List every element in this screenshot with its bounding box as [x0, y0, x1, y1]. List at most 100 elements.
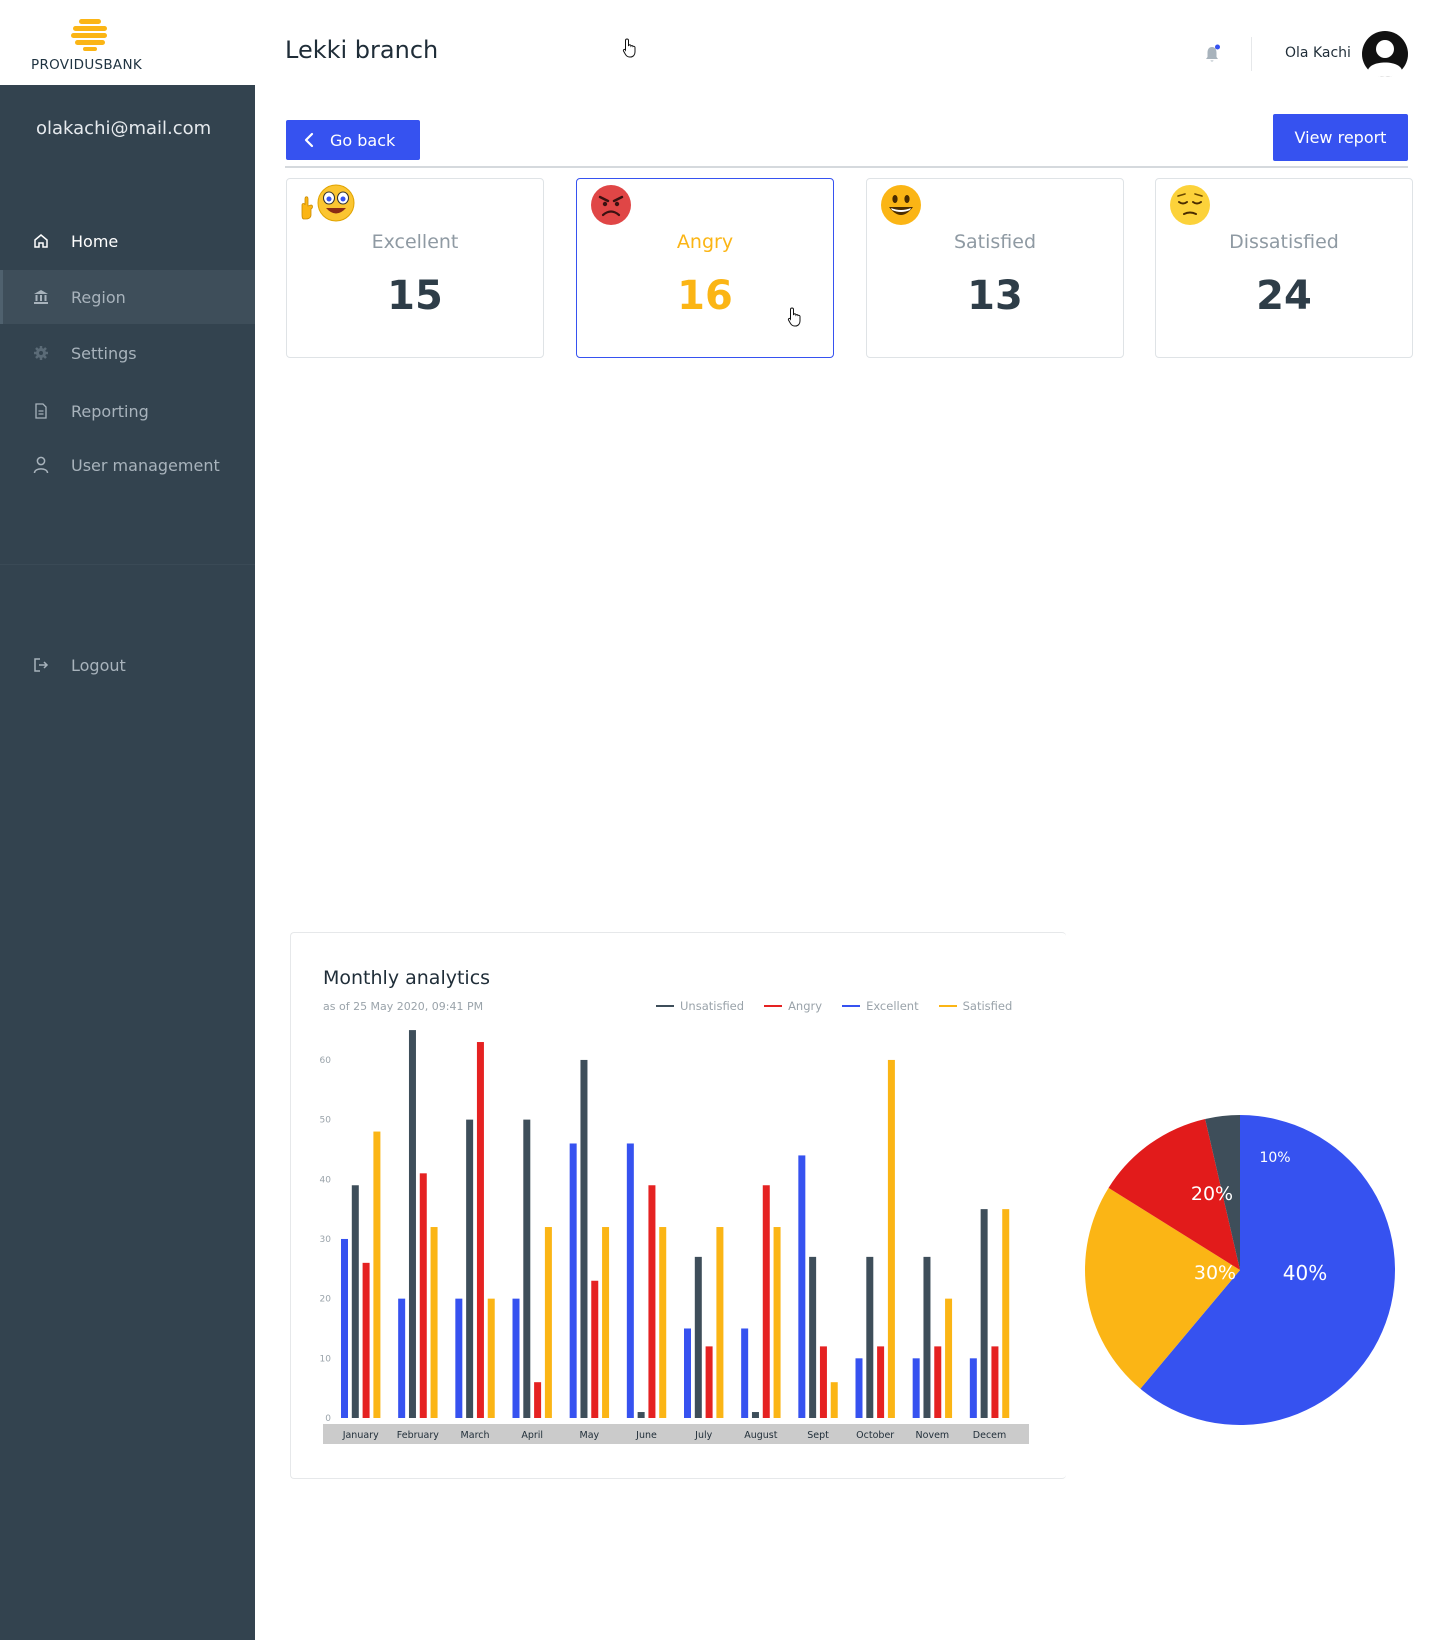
user-name[interactable]: Ola Kachi	[1285, 45, 1351, 61]
dissatisfied-emoji-icon	[1170, 185, 1210, 225]
bar-satisfied	[716, 1227, 724, 1418]
x-tick-label: Decem	[973, 1430, 1006, 1441]
bar-unsatisfied	[351, 1185, 359, 1418]
bar-unsatisfied	[637, 1412, 645, 1418]
document-icon	[31, 401, 51, 421]
y-tick-label: 10	[320, 1354, 332, 1364]
bar-excellent	[969, 1358, 977, 1418]
card-value: 24	[1256, 273, 1312, 319]
logout-label: Logout	[71, 655, 126, 675]
y-tick-label: 60	[320, 1056, 332, 1066]
bar-excellent	[341, 1238, 348, 1418]
monthly-analytics-card: Monthly analytics as of 25 May 2020, 09:…	[290, 932, 1066, 1479]
bar-unsatisfied	[523, 1119, 531, 1418]
bar-unsatisfied	[866, 1256, 874, 1418]
gear-icon	[31, 343, 51, 363]
bar-angry	[877, 1346, 885, 1418]
bar-excellent	[912, 1358, 920, 1418]
sidebar-item-label: Settings	[71, 343, 137, 363]
sidebar-item-region[interactable]: Region	[0, 270, 255, 324]
y-tick-label: 50	[320, 1116, 332, 1126]
go-back-button[interactable]: Go back	[286, 120, 420, 160]
pie-slice-label: 30%	[1194, 1262, 1236, 1284]
bar-satisfied	[945, 1298, 953, 1418]
x-tick-label: April	[521, 1430, 543, 1441]
hand-cursor-icon	[787, 307, 801, 327]
x-tick-label: October	[856, 1430, 894, 1441]
x-tick-label: March	[461, 1430, 490, 1441]
x-tick-label: February	[397, 1430, 439, 1441]
bar-angry	[762, 1185, 770, 1418]
bar-satisfied	[1002, 1209, 1010, 1418]
sidebar-item-home[interactable]: Home	[0, 214, 255, 268]
excellent-card[interactable]: Excellent 15	[286, 178, 544, 358]
header-separator	[1251, 37, 1252, 71]
x-tick-label: May	[580, 1430, 600, 1441]
bar-angry	[991, 1346, 999, 1418]
logout-button[interactable]: Logout	[0, 638, 255, 692]
sidebar-item-settings[interactable]: Settings	[0, 326, 255, 380]
bar-excellent	[512, 1298, 520, 1418]
bar-satisfied	[602, 1227, 610, 1418]
bar-satisfied	[544, 1227, 552, 1418]
user-icon	[31, 455, 51, 475]
bar-angry	[934, 1346, 942, 1418]
pie-slice-label: 10%	[1259, 1150, 1290, 1166]
bar-satisfied	[773, 1227, 781, 1418]
x-tick-label: Novem	[916, 1430, 950, 1441]
distribution-pie-chart: 40% 30% 20% 10%	[1085, 1115, 1395, 1425]
card-value: 15	[387, 273, 443, 319]
x-tick-label: June	[635, 1430, 657, 1441]
hand-cursor-icon	[622, 38, 636, 58]
y-tick-label: 20	[320, 1295, 332, 1305]
sidebar-item-label: Reporting	[71, 401, 149, 421]
dissatisfied-card[interactable]: Dissatisfied 24	[1155, 178, 1413, 358]
angry-card[interactable]: Angry 16	[576, 178, 834, 358]
sidebar-item-user-management[interactable]: User management	[0, 438, 255, 492]
sidebar: PROVIDUSBANK olakachi@mail.com Home Regi…	[0, 0, 255, 1640]
notification-bell-icon[interactable]	[1204, 44, 1222, 64]
user-email: olakachi@mail.com	[36, 118, 212, 139]
providus-logo-icon	[71, 19, 107, 51]
bank-icon	[31, 287, 51, 307]
bar-unsatisfied	[809, 1256, 817, 1418]
avatar-icon[interactable]	[1362, 31, 1408, 77]
logout-icon	[31, 655, 51, 675]
bar-unsatisfied	[923, 1256, 931, 1418]
home-icon	[31, 231, 51, 251]
angry-emoji-icon	[591, 185, 631, 225]
bar-angry	[534, 1382, 542, 1418]
sidebar-item-reporting[interactable]: Reporting	[0, 384, 255, 438]
sidebar-item-label: Home	[71, 231, 119, 251]
go-back-label: Go back	[330, 130, 396, 150]
bar-angry	[591, 1280, 599, 1418]
bar-angry	[362, 1262, 370, 1418]
logo-area: PROVIDUSBANK	[0, 0, 255, 85]
page-title: Lekki branch	[285, 36, 439, 64]
y-tick-label: 30	[320, 1235, 332, 1245]
bar-angry	[819, 1346, 827, 1418]
bar-satisfied	[373, 1131, 381, 1418]
bar-angry	[476, 1042, 484, 1418]
x-tick-label: July	[694, 1430, 712, 1441]
bar-excellent	[455, 1298, 463, 1418]
bar-excellent	[741, 1328, 749, 1418]
sidebar-item-label: User management	[71, 455, 220, 475]
x-tick-label: August	[744, 1430, 778, 1441]
card-label: Excellent	[371, 231, 459, 253]
view-report-button[interactable]: View report	[1273, 114, 1408, 161]
chevron-left-icon	[304, 132, 314, 148]
bar-satisfied	[830, 1382, 838, 1418]
sidebar-item-label: Region	[71, 287, 126, 307]
bar-unsatisfied	[466, 1119, 474, 1418]
section-divider	[285, 166, 1408, 168]
monthly-bar-chart: 0 10 20 30 40 50 60 January February March April Ma…	[320, 1030, 1029, 1444]
card-label: Dissatisfied	[1229, 231, 1339, 253]
pie-slice-label: 20%	[1191, 1183, 1233, 1205]
x-tick-label: January	[342, 1430, 379, 1441]
bar-excellent	[626, 1143, 634, 1418]
bar-excellent	[855, 1358, 863, 1418]
bar-angry	[419, 1173, 427, 1418]
bar-satisfied	[487, 1298, 495, 1418]
satisfied-card[interactable]: Satisfied 13	[866, 178, 1124, 358]
